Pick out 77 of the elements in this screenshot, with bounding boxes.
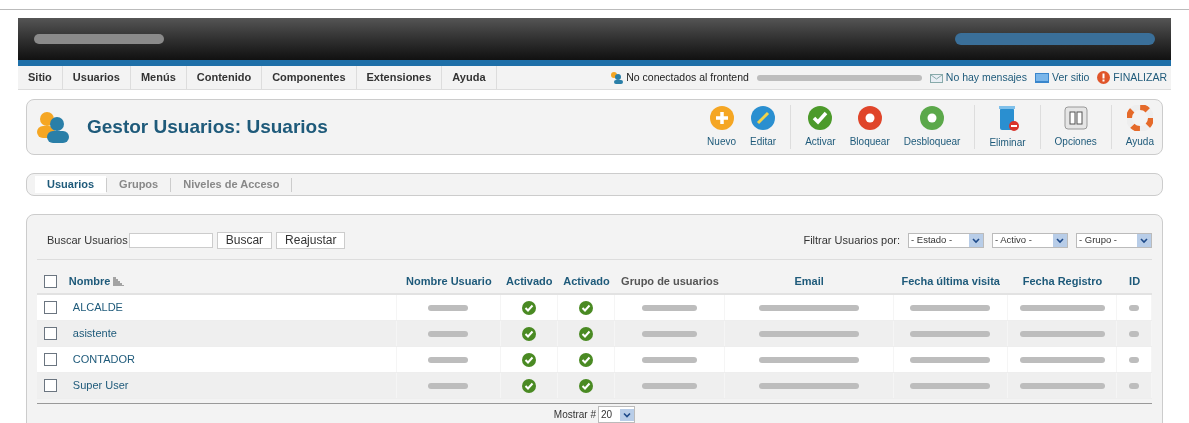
blurred-text: [1129, 355, 1140, 364]
plus-icon: [708, 105, 735, 131]
sort-icon: [113, 277, 125, 286]
blurred-text: [642, 329, 697, 338]
envelope-icon: [929, 72, 943, 83]
toolbar-button[interactable]: Eliminar: [989, 104, 1026, 150]
blurred-text: [428, 381, 469, 390]
status-link[interactable]: FINALIZAR: [1113, 69, 1167, 86]
row-checkbox[interactable]: [44, 301, 58, 314]
ring-icon: [919, 105, 946, 131]
row-checkbox[interactable]: [44, 379, 58, 392]
chevron-icon: [1053, 234, 1067, 247]
menu-item[interactable]: Ayuda: [442, 66, 497, 89]
switches-icon: [1062, 105, 1089, 131]
toolbar-button[interactable]: Editar: [750, 105, 777, 149]
lifebuoy-icon: [1126, 105, 1153, 131]
toolbar-button[interactable]: Activar: [805, 105, 836, 149]
menu-item[interactable]: Sitio: [18, 66, 63, 89]
blurred-text: [1129, 303, 1140, 312]
users-icon: [609, 71, 624, 84]
column-header[interactable]: Nombre: [68, 273, 111, 290]
pagination-label: Mostrar #: [553, 408, 597, 422]
toolbar-button[interactable]: Desbloquear: [903, 105, 961, 149]
column-header[interactable]: ID: [1129, 273, 1141, 290]
form-button[interactable]: Buscar: [216, 232, 273, 249]
chevron-icon: [1137, 234, 1151, 247]
blurred-text: [428, 329, 469, 338]
column-header[interactable]: Fecha última visita: [901, 273, 1000, 290]
column-header[interactable]: Nombre Usuario: [406, 273, 492, 290]
menu-item[interactable]: Usuarios: [62, 66, 131, 89]
menu-item[interactable]: Componentes: [262, 66, 357, 89]
blurred-text: [1129, 381, 1140, 390]
user-link[interactable]: Super User: [68, 377, 129, 394]
page-size-select[interactable]: 20: [598, 406, 636, 423]
monitor-icon: [1034, 72, 1049, 83]
row-checkbox[interactable]: [44, 353, 58, 366]
row-checkbox[interactable]: [44, 327, 58, 340]
user-link[interactable]: asistente: [68, 325, 117, 342]
toolbar-button[interactable]: Ayuda: [1125, 105, 1154, 149]
form-button[interactable]: Reajustar: [276, 232, 346, 249]
select-all-checkbox[interactable]: [44, 275, 58, 288]
page-title: Gestor Usuarios: Usuarios: [87, 114, 328, 139]
blurred-text: [642, 303, 697, 312]
tab[interactable]: Usuarios: [35, 176, 107, 193]
search-label: Buscar Usuarios: [47, 233, 128, 249]
column-header[interactable]: Activado: [506, 273, 553, 290]
filter-select[interactable]: - Grupo -: [1076, 233, 1152, 248]
menu-item[interactable]: Contenido: [186, 66, 263, 89]
menu-item[interactable]: Extensiones: [356, 66, 443, 89]
column-header[interactable]: Activado: [563, 273, 610, 290]
users-icon: [35, 110, 71, 144]
user-link[interactable]: ALCALDE: [68, 299, 123, 316]
blurred-text: [428, 355, 469, 364]
filter-label: Filtrar Usuarios por:: [803, 233, 900, 249]
filter-select[interactable]: - Estado -: [908, 233, 984, 248]
check-icon: [807, 105, 834, 131]
column-header[interactable]: Grupo de usuarios: [621, 273, 719, 290]
column-header[interactable]: Fecha Registro: [1022, 273, 1103, 290]
filter-select[interactable]: - Activo -: [992, 233, 1068, 248]
user-link[interactable]: CONTADOR: [68, 351, 135, 368]
toolbar-button[interactable]: Opciones: [1054, 105, 1097, 149]
pencil-icon: [750, 105, 777, 131]
status-text: No conectados al frontend: [626, 69, 749, 85]
menu-item[interactable]: Menús: [130, 66, 187, 89]
search-field[interactable]: [128, 233, 213, 248]
chevron-icon: [620, 408, 635, 421]
blurred-text: [428, 303, 469, 312]
ring-icon: [856, 105, 883, 131]
blurred-text: [642, 355, 697, 364]
blurred-text: [642, 381, 697, 390]
status-link[interactable]: No hay mensajes: [945, 69, 1027, 86]
toolbar-button[interactable]: Bloquear: [849, 105, 890, 149]
status-link[interactable]: Ver sitio: [1051, 69, 1090, 86]
column-header[interactable]: Email: [794, 273, 824, 290]
blurred-text: [1129, 329, 1140, 338]
chevron-icon: [969, 234, 983, 247]
toolbar-button[interactable]: Nuevo: [707, 105, 736, 149]
